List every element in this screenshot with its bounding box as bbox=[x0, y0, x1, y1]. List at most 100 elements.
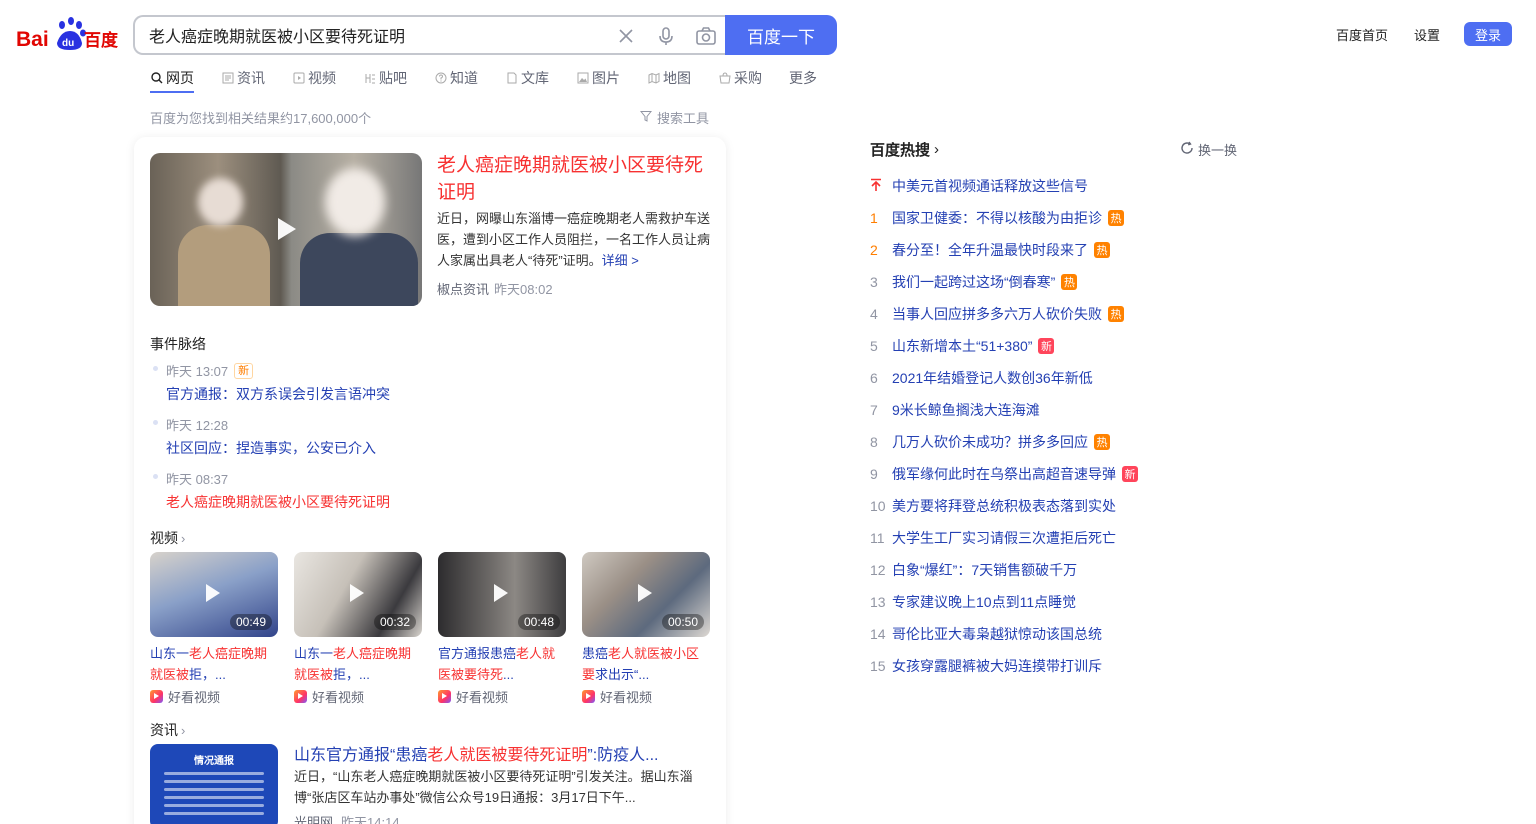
home-link[interactable]: 百度首页 bbox=[1336, 25, 1388, 44]
chevron-right-icon: › bbox=[934, 141, 940, 158]
hot-search-text: 当事人回应拼多多六万人砍价失败 bbox=[892, 306, 1102, 322]
hot-search-item[interactable]: 1 国家卫健委：不得以核酸为由拒诊热 bbox=[870, 202, 1138, 234]
video-thumbnail[interactable]: 00:50 bbox=[582, 552, 710, 637]
timeline-item: 昨天 13:07 新 官方通报：双方系误会引发言语冲突 bbox=[150, 362, 390, 404]
hot-search-text: 女孩穿露腿裤被大妈连摸带打训斥 bbox=[892, 658, 1102, 674]
tab-news[interactable]: 资讯 bbox=[221, 69, 265, 87]
video-thumbnail[interactable]: 00:48 bbox=[438, 552, 566, 637]
hot-search-item[interactable]: 3 我们一起跨过这场“倒春寒” 热 bbox=[870, 266, 1138, 298]
timeline-link[interactable]: 社区回应：捏造事实，公安已介入 bbox=[166, 438, 390, 458]
baidu-logo[interactable]: Bai du 百度 bbox=[16, 17, 118, 53]
title-part: 患癌 bbox=[582, 646, 609, 661]
hot-search-text: 几万人砍价未成功？拼多多回应 bbox=[892, 434, 1088, 450]
active-tab-indicator bbox=[150, 91, 194, 93]
hot-badge: 热 bbox=[1108, 210, 1124, 226]
video-item[interactable]: 00:50 患癌老人就医被小区要求出示“... 好看视频 bbox=[582, 552, 710, 706]
haokan-video-icon bbox=[582, 690, 595, 703]
video-thumbnail[interactable]: 00:49 bbox=[150, 552, 278, 637]
microphone-icon[interactable] bbox=[655, 25, 677, 47]
source-time: 昨天08:02 bbox=[494, 282, 553, 297]
news-source: 光明网 昨天14:14 bbox=[294, 812, 400, 824]
headline-part: ”:防疫人... bbox=[587, 747, 659, 764]
tab-zhidao[interactable]: 知道 bbox=[434, 69, 478, 87]
hot-search-item[interactable]: 8 几万人砍价未成功？拼多多回应热 bbox=[870, 426, 1138, 458]
video-thumbnail[interactable]: 00:32 bbox=[294, 552, 422, 637]
hot-search-heading[interactable]: 百度热搜 › bbox=[870, 139, 939, 160]
news-desc: 近日，“山东老人癌症晚期就医被小区要待死证明”引发关注。据山东淄博“张店区车站办… bbox=[294, 769, 693, 805]
new-badge: 新 bbox=[234, 362, 254, 379]
news-thumbnail-text: 情况通报 bbox=[194, 756, 234, 767]
hot-search-item[interactable]: 15 女孩穿露腿裤被大妈连摸带打训斥 bbox=[870, 650, 1138, 682]
tab-tieba[interactable]: 贴吧 bbox=[363, 69, 407, 87]
top-result-video-thumbnail[interactable] bbox=[150, 153, 422, 306]
tieba-icon bbox=[363, 72, 376, 85]
timeline-heading-label: 事件脉络 bbox=[150, 336, 206, 352]
search-tools-button[interactable]: 搜索工具 bbox=[639, 108, 709, 127]
hot-search-item[interactable]: 10 美方要将拜登总统积极表态落到实处 bbox=[870, 490, 1138, 522]
hot-search-list: 中美元首视频通话释放这些信号 1 国家卫健委：不得以核酸为由拒诊热 2 春分至！全年升温… bbox=[870, 170, 1138, 682]
settings-link[interactable]: 设置 bbox=[1414, 25, 1440, 44]
tab-wenku[interactable]: 文库 bbox=[505, 69, 549, 87]
hot-search-item[interactable]: 7 9米长鲸鱼搁浅大连海滩 bbox=[870, 394, 1138, 426]
map-icon bbox=[647, 72, 660, 85]
search-tabs: 网页 资讯 视频 贴吧 知道 文库 图片 地图 采购 更多 bbox=[150, 69, 844, 87]
haokan-video-icon bbox=[150, 690, 163, 703]
hot-search-item[interactable]: 13 专家建议晚上10点到11点睡觉 bbox=[870, 586, 1138, 618]
tab-more[interactable]: 更多 bbox=[789, 69, 817, 87]
hot-rank: 2 bbox=[870, 242, 878, 258]
hot-search-item[interactable]: 11 大学生工厂实习请假三次遭拒后死亡 bbox=[870, 522, 1138, 554]
svg-text:du: du bbox=[62, 38, 74, 49]
timeline-item: 昨天 08:37 老人癌症晚期就医被小区要待死证明 bbox=[150, 470, 390, 512]
hot-search-item[interactable]: 6 2021年结婚登记人数创36年新低 bbox=[870, 362, 1138, 394]
title-part: 官方通报患癌 bbox=[438, 646, 517, 661]
hot-search-item[interactable]: 4 当事人回应拼多多六万人砍价失败热 bbox=[870, 298, 1138, 330]
tab-video[interactable]: 视频 bbox=[292, 69, 336, 87]
clear-icon[interactable] bbox=[615, 25, 637, 47]
filter-icon bbox=[639, 110, 653, 125]
video-title[interactable]: 官方通报患癌老人就医被要待死... bbox=[438, 643, 566, 685]
search-icon bbox=[150, 72, 163, 85]
video-item[interactable]: 00:48 官方通报患癌老人就医被要待死... 好看视频 bbox=[438, 552, 566, 706]
hot-search-item[interactable]: 12 白象“爆红”：7天销售额破千万 bbox=[870, 554, 1138, 586]
video-title[interactable]: 山东一老人癌症晚期就医被拒，... bbox=[150, 643, 278, 685]
headline-highlight: 老人就医被要待死证明 bbox=[427, 747, 588, 764]
video-item[interactable]: 00:49 山东一老人癌症晚期就医被拒，... 好看视频 bbox=[150, 552, 278, 706]
video-item[interactable]: 00:32 山东一老人癌症晚期就医被拒，... 好看视频 bbox=[294, 552, 422, 706]
chevron-right-icon: › bbox=[181, 722, 186, 738]
image-icon bbox=[576, 72, 589, 85]
video-section-heading[interactable]: 视频 › bbox=[150, 528, 185, 548]
video-icon bbox=[292, 72, 305, 85]
video-duration: 00:50 bbox=[661, 614, 704, 630]
top-result-title[interactable]: 老人癌症晚期就医被小区要待死证明 bbox=[437, 152, 715, 206]
tab-label: 文库 bbox=[521, 70, 549, 86]
news-section-label: 资讯 bbox=[150, 722, 178, 738]
timeline-time: 昨天 08:37 bbox=[166, 472, 229, 487]
login-button[interactable]: 登录 bbox=[1464, 22, 1512, 46]
tab-purchase[interactable]: 采购 bbox=[718, 69, 762, 87]
title-part: 山东一 bbox=[150, 646, 190, 661]
hot-search-item[interactable]: 中美元首视频通话释放这些信号 bbox=[870, 170, 1138, 202]
play-icon bbox=[350, 584, 364, 602]
tab-images[interactable]: 图片 bbox=[576, 69, 620, 87]
timeline-link[interactable]: 老人癌症晚期就医被小区要待死证明 bbox=[166, 492, 390, 512]
tab-map[interactable]: 地图 bbox=[647, 69, 691, 87]
video-title[interactable]: 山东一老人癌症晚期就医被拒，... bbox=[294, 643, 422, 685]
refresh-button[interactable]: 换一换 bbox=[1180, 140, 1237, 159]
detail-link[interactable]: 详细 > bbox=[602, 253, 639, 268]
search-button[interactable]: 百度一下 bbox=[725, 15, 837, 55]
camera-icon[interactable] bbox=[695, 25, 717, 47]
play-icon bbox=[494, 584, 508, 602]
news-section-heading[interactable]: 资讯 › bbox=[150, 720, 185, 740]
hot-search-item[interactable]: 14 哥伦比亚大毒枭越狱惊动该国总统 bbox=[870, 618, 1138, 650]
hot-search-item[interactable]: 2 春分至！全年升温最快时段来了热 bbox=[870, 234, 1138, 266]
hot-search-item[interactable]: 9 俄军缘何此时在乌祭出高超音速导弹新 bbox=[870, 458, 1138, 490]
video-title[interactable]: 患癌老人就医被小区要求出示“... bbox=[582, 643, 710, 685]
search-input[interactable] bbox=[149, 25, 589, 45]
timeline-link[interactable]: 官方通报：双方系误会引发言语冲突 bbox=[166, 384, 390, 404]
hot-search-text: 2021年结婚登记人数创36年新低 bbox=[892, 370, 1093, 386]
news-headline[interactable]: 山东官方通报“患癌老人就医被要待死证明”:防疫人... bbox=[294, 741, 658, 765]
tab-web[interactable]: 网页 bbox=[150, 69, 194, 87]
hot-search-item[interactable]: 5 山东新增本土“51+380” 新 bbox=[870, 330, 1138, 362]
video-list: 00:49 山东一老人癌症晚期就医被拒，... 好看视频 00:32 山东一老人… bbox=[150, 552, 710, 706]
news-thumbnail[interactable]: 情况通报 bbox=[150, 744, 278, 824]
